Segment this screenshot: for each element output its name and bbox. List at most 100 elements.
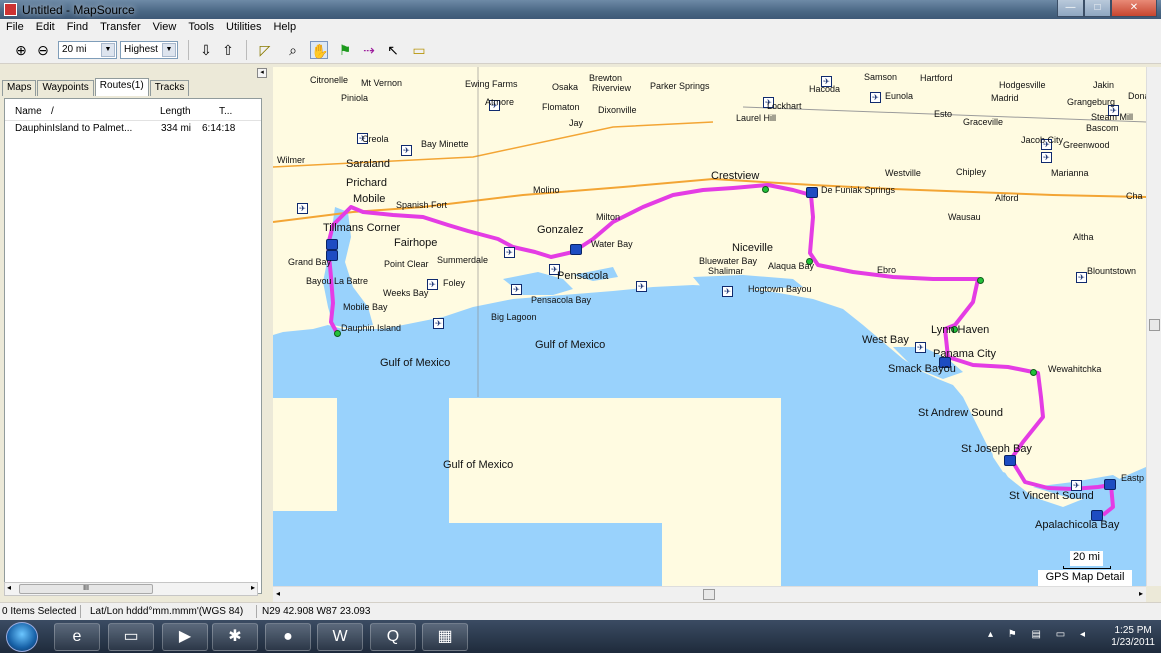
airport-icon[interactable]: ✈ (870, 92, 881, 103)
menu-tools[interactable]: Tools (182, 19, 220, 36)
toolbar-divider (246, 40, 247, 60)
menu-bar: File Edit Find Transfer View Tools Utili… (0, 19, 1161, 36)
map-label: Shalimar (708, 266, 744, 276)
map-label: Prichard (346, 177, 387, 189)
mapsource-icon[interactable]: ▦ (422, 623, 468, 651)
waypoint-marker[interactable] (1030, 369, 1037, 376)
waypoint-marker[interactable] (762, 186, 769, 193)
tab-routes[interactable]: Routes(1) (94, 78, 149, 96)
tab-maps[interactable]: Maps (2, 80, 37, 96)
toolbar-divider (188, 40, 189, 60)
scroll-thumb[interactable] (1149, 319, 1160, 331)
menu-utilities[interactable]: Utilities (220, 19, 267, 36)
airport-icon[interactable]: ✈ (915, 342, 926, 353)
airport-icon[interactable]: ✈ (427, 279, 438, 290)
column-length[interactable]: Length (160, 106, 191, 117)
column-time[interactable]: T... (219, 106, 232, 117)
airport-icon[interactable]: ✈ (401, 145, 412, 156)
map-view[interactable]: ✈ ✈ ✈ ✈ ✈ ✈ ✈ ✈ ✈ ✈ ✈ ✈ ✈ ✈ ✈ ✈ ✈ ✈ ✈ ✈ … (273, 67, 1146, 586)
menu-file[interactable]: File (0, 19, 30, 36)
zoom-out-icon[interactable]: ⊖ (34, 41, 52, 59)
map-label: Laurel Hill (736, 113, 777, 123)
close-button[interactable]: ✕ (1111, 0, 1157, 17)
waypoint-marker[interactable] (977, 277, 984, 284)
menu-view[interactable]: View (147, 19, 183, 36)
scroll-left-icon[interactable]: ◂ (276, 589, 280, 598)
map-label: Jay (569, 118, 584, 128)
start-button[interactable] (6, 622, 38, 652)
scroll-thumb[interactable] (703, 589, 715, 600)
map-vertical-scrollbar[interactable] (1146, 67, 1161, 586)
system-tray[interactable]: ▴ ⚑ ▤ ▭ ◂ (988, 629, 1091, 640)
scroll-right-icon[interactable]: ▸ (1139, 589, 1143, 598)
waypoint-tool-icon[interactable]: ⚑ (336, 41, 354, 59)
zoom-tool-icon[interactable]: ⌕ (284, 41, 302, 59)
routes-list: Name / Length T... DauphinIsland to Palm… (4, 98, 262, 594)
airport-icon[interactable]: ✈ (433, 318, 444, 329)
airport-icon[interactable]: ✈ (1076, 272, 1087, 283)
minimize-button[interactable]: — (1057, 0, 1084, 17)
hand-tool-icon[interactable]: ✋ (310, 41, 328, 59)
map-label: Brewton (589, 73, 623, 83)
ie-icon[interactable]: e (54, 623, 100, 651)
scale-select[interactable]: 20 mi ▼ (58, 41, 117, 59)
route-flag-icon[interactable] (1004, 455, 1016, 466)
airport-icon[interactable]: ✈ (1041, 152, 1052, 163)
menu-find[interactable]: Find (61, 19, 94, 36)
word-icon[interactable]: W (317, 623, 363, 651)
map-label: Jakin (1093, 80, 1115, 90)
clock[interactable]: 1:25 PM 1/23/2011 (1111, 625, 1155, 649)
list-item[interactable]: DauphinIsland to Palmet... 334 mi 6:14:1… (5, 123, 261, 137)
route-flag-icon[interactable] (1104, 479, 1116, 490)
route-flag-icon[interactable] (326, 239, 338, 250)
title-bar: Untitled - MapSource — □ ✕ (0, 0, 1161, 19)
collapse-panel-button[interactable]: ◂ (257, 68, 267, 78)
maximize-button[interactable]: □ (1084, 0, 1111, 17)
map-detail-label: GPS Map Detail (1038, 570, 1132, 586)
receive-from-device-icon[interactable]: ⇩ (197, 41, 215, 59)
q-icon[interactable]: Q (370, 623, 416, 651)
airport-icon[interactable]: ✈ (511, 284, 522, 295)
route-flag-icon[interactable] (570, 244, 582, 255)
map-horizontal-scrollbar[interactable]: ◂ ▸ (273, 586, 1146, 602)
zoom-in-icon[interactable]: ⊕ (12, 41, 30, 59)
waypoint-marker[interactable] (334, 330, 341, 337)
column-name[interactable]: Name (15, 106, 42, 117)
map-tool-icon[interactable]: ◸ (256, 41, 274, 59)
airport-icon[interactable]: ✈ (297, 203, 308, 214)
map-label: Grand Bay (288, 257, 332, 267)
route-time: 6:14:18 (202, 123, 236, 134)
tab-tracks[interactable]: Tracks (149, 80, 190, 96)
menu-help[interactable]: Help (267, 19, 302, 36)
sort-indicator: / (51, 106, 54, 117)
route-tool-icon[interactable]: ⇢ (360, 41, 378, 59)
network-icon[interactable]: ✱ (212, 623, 258, 651)
scroll-right-icon[interactable]: ▸ (251, 583, 255, 592)
measure-tool-icon[interactable]: ▭ (410, 41, 428, 59)
map-label: Smack Bayou (888, 363, 956, 375)
menu-transfer[interactable]: Transfer (94, 19, 147, 36)
map-label: Chipley (956, 167, 987, 177)
map-label: Ebro (877, 265, 897, 275)
route-flag-icon[interactable] (806, 187, 818, 198)
airport-icon[interactable]: ✈ (504, 247, 515, 258)
explorer-icon[interactable]: ▭ (108, 623, 154, 651)
map-label: Fairhope (394, 237, 438, 249)
list-horizontal-scrollbar[interactable]: ◂ III ▸ (4, 582, 258, 596)
media-player-icon[interactable]: ▶ (162, 623, 208, 651)
firefox-icon[interactable]: ● (265, 623, 311, 651)
scroll-left-icon[interactable]: ◂ (7, 583, 11, 592)
send-to-device-icon[interactable]: ⇧ (219, 41, 237, 59)
map-label: Big Lagoon (491, 312, 537, 322)
map-label: Wausau (948, 212, 981, 222)
detail-select[interactable]: Highest ▼ (120, 41, 178, 59)
map-label: Parker Springs (650, 81, 710, 91)
select-tool-icon[interactable]: ↖ (384, 41, 402, 59)
menu-edit[interactable]: Edit (30, 19, 61, 36)
tab-waypoints[interactable]: Waypoints (37, 80, 94, 96)
scroll-thumb[interactable]: III (19, 584, 153, 594)
airport-icon[interactable]: ✈ (722, 286, 733, 297)
airport-icon[interactable]: ✈ (636, 281, 647, 292)
chevron-down-icon: ▼ (162, 43, 176, 57)
scale-select-value: 20 mi (62, 44, 87, 55)
